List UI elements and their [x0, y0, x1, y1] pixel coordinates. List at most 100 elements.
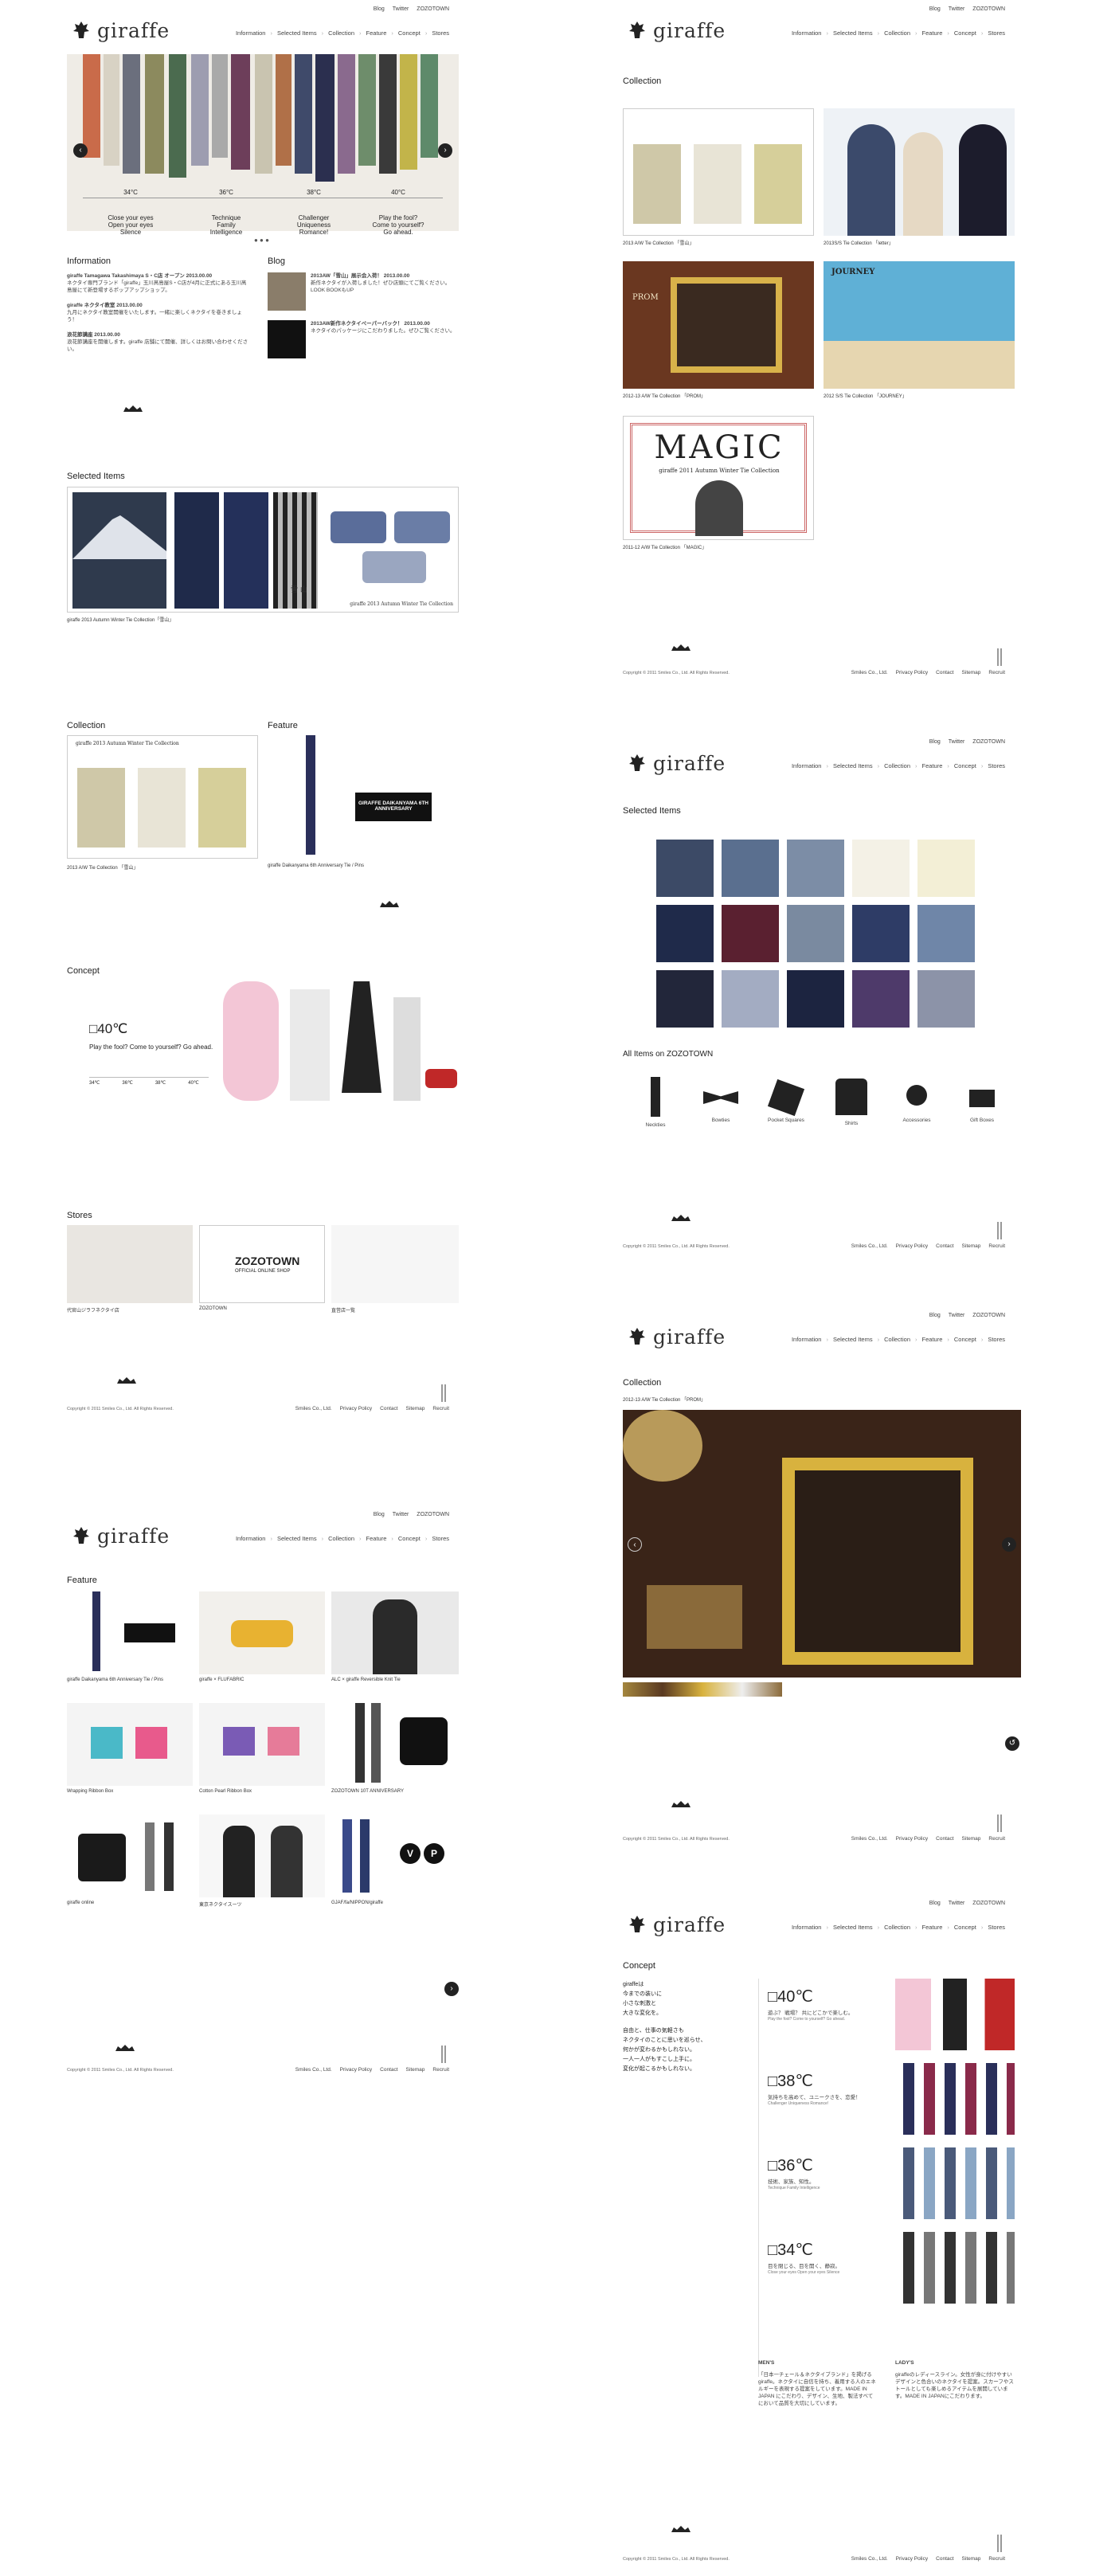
footer-link[interactable]: Recruit [988, 1243, 1005, 1249]
nav-concept[interactable]: Concept [398, 1535, 421, 1542]
footer-link[interactable]: Contact [380, 1406, 397, 1411]
category-shirts[interactable]: Shirts [824, 1077, 879, 1129]
feature-item[interactable] [67, 1591, 193, 1674]
prom-thumb-strip[interactable] [623, 1682, 782, 1697]
nav-selected-items[interactable]: Selected Items [277, 29, 317, 37]
nav-information[interactable]: Information [236, 29, 266, 37]
rewind-button[interactable]: ↺ [1005, 1736, 1019, 1751]
nav-stores[interactable]: Stores [432, 29, 449, 37]
footer-link[interactable]: Smiles Co., Ltd. [295, 1406, 332, 1411]
footer-link[interactable]: Sitemap [406, 2067, 425, 2073]
nav-selected-items[interactable]: Selected Items [277, 1535, 317, 1542]
footer-link[interactable]: Recruit [432, 1406, 449, 1411]
selected-tile[interactable] [656, 840, 714, 897]
nav-collection[interactable]: Collection [328, 29, 354, 37]
collection-card[interactable]: giraffe 2013 Autumn Winter Tie Collectio… [67, 735, 258, 859]
collection-item[interactable]: MAGIC giraffe 2011 Autumn Winter Tie Col… [623, 416, 814, 540]
page-top-icon[interactable] [997, 1815, 1002, 1832]
site-logo[interactable]: giraffe [626, 1909, 726, 1940]
nav-selected-items[interactable]: Selected Items [833, 1336, 873, 1343]
selected-tile[interactable] [722, 905, 779, 962]
nav-information[interactable]: Information [792, 1336, 822, 1343]
store-card[interactable] [67, 1225, 193, 1303]
carousel-dots[interactable]: ● ● ● [254, 237, 269, 244]
toplink-zozotown[interactable]: ZOZOTOWN [972, 739, 1005, 745]
nav-feature[interactable]: Feature [366, 29, 387, 37]
nav-information[interactable]: Information [792, 1924, 822, 1931]
toplink-zozotown[interactable]: ZOZOTOWN [972, 1901, 1005, 1906]
collection-item[interactable]: PROM [623, 261, 814, 389]
nav-feature[interactable]: Feature [922, 762, 943, 769]
footer-link[interactable]: Contact [380, 2067, 397, 2073]
category-gift-boxes[interactable]: Gift Boxes [954, 1077, 1010, 1129]
nav-collection[interactable]: Collection [884, 29, 910, 37]
footer-link[interactable]: Smiles Co., Ltd. [851, 2556, 888, 2562]
nav-concept[interactable]: Concept [954, 29, 976, 37]
footer-link[interactable]: Recruit [432, 2067, 449, 2073]
site-logo[interactable]: giraffe [626, 1321, 726, 1353]
selected-tile[interactable] [852, 905, 910, 962]
collection-item[interactable] [824, 108, 1015, 236]
site-logo[interactable]: giraffe [626, 747, 726, 779]
footer-link[interactable]: Sitemap [406, 1406, 425, 1411]
concept-level[interactable]: □38℃ 気持ちを高めて、ユニークさを、恋愛！ Challenger Uniqu… [768, 2063, 1015, 2143]
nav-selected-items[interactable]: Selected Items [833, 1924, 873, 1931]
footer-link[interactable]: Privacy Policy [340, 2067, 372, 2073]
selected-tile[interactable] [787, 840, 844, 897]
footer-link[interactable]: Contact [936, 2556, 953, 2562]
feature-item[interactable]: V P [331, 1815, 459, 1897]
nav-collection[interactable]: Collection [884, 1336, 910, 1343]
nav-collection[interactable]: Collection [884, 762, 910, 769]
category-bowties[interactable]: Bowties [693, 1077, 749, 1129]
selected-banner[interactable]: giraffe 2013 Autumn Winter Tie Collectio… [67, 487, 459, 613]
nav-stores[interactable]: Stores [988, 29, 1005, 37]
footer-link[interactable]: Privacy Policy [896, 1836, 928, 1842]
nav-stores[interactable]: Stores [432, 1535, 449, 1542]
toplink-twitter[interactable]: Twitter [949, 739, 965, 745]
nav-selected-items[interactable]: Selected Items [833, 29, 873, 37]
selected-tile[interactable] [917, 905, 975, 962]
footer-link[interactable]: Contact [936, 670, 953, 675]
toplink-blog[interactable]: Blog [929, 1313, 941, 1318]
selected-tile[interactable] [917, 970, 975, 1028]
nav-stores[interactable]: Stores [988, 762, 1005, 769]
toplink-zozotown[interactable]: ZOZOTOWN [417, 1512, 449, 1517]
feature-item[interactable] [199, 1815, 325, 1897]
nav-information[interactable]: Information [792, 762, 822, 769]
nav-concept[interactable]: Concept [954, 1336, 976, 1343]
site-logo[interactable]: giraffe [626, 14, 726, 46]
footer-link[interactable]: Privacy Policy [896, 1243, 928, 1249]
nav-feature[interactable]: Feature [922, 1924, 943, 1931]
toplink-twitter[interactable]: Twitter [949, 6, 965, 12]
collection-item[interactable] [623, 108, 814, 236]
selected-tile[interactable] [787, 970, 844, 1028]
selected-tile[interactable] [917, 840, 975, 897]
selected-tile[interactable] [656, 970, 714, 1028]
page-top-icon[interactable] [441, 2046, 446, 2063]
info-item[interactable]: giraffe Tamagawa Takashimaya S・C店 オープン 2… [67, 272, 250, 294]
toplink-blog[interactable]: Blog [929, 6, 941, 12]
feature-item[interactable] [67, 1815, 193, 1897]
category-accessories[interactable]: Accessories [889, 1077, 945, 1129]
footer-link[interactable]: Privacy Policy [896, 670, 928, 675]
nav-information[interactable]: Information [792, 29, 822, 37]
toplink-twitter[interactable]: Twitter [393, 1512, 409, 1517]
map-card[interactable] [331, 1225, 459, 1303]
nav-feature[interactable]: Feature [366, 1535, 387, 1542]
nav-stores[interactable]: Stores [988, 1924, 1005, 1931]
footer-link[interactable]: Recruit [988, 2556, 1005, 2562]
nav-concept[interactable]: Concept [954, 762, 976, 769]
category-pocket-squares[interactable]: Pocket Squares [758, 1077, 814, 1129]
nav-collection[interactable]: Collection [328, 1535, 354, 1542]
toplink-blog[interactable]: Blog [374, 6, 385, 12]
feature-card[interactable]: GIRAFFE DAIKANYAMA 6TH ANNIVERSARY [268, 735, 459, 859]
page-top-icon[interactable] [997, 648, 1002, 666]
page-top-icon[interactable] [997, 2535, 1002, 2552]
toplink-blog[interactable]: Blog [929, 739, 941, 745]
concept-level[interactable]: □40℃ 遊ぶ？ 戦場？ 共にどこかで楽しむ。 Play the fool? C… [768, 1979, 1015, 2058]
footer-link[interactable]: Contact [936, 1243, 953, 1249]
prom-prev-button[interactable]: ‹ [628, 1537, 642, 1552]
feature-item[interactable] [199, 1591, 325, 1674]
feature-item[interactable] [67, 1703, 193, 1786]
nav-concept[interactable]: Concept [398, 29, 421, 37]
